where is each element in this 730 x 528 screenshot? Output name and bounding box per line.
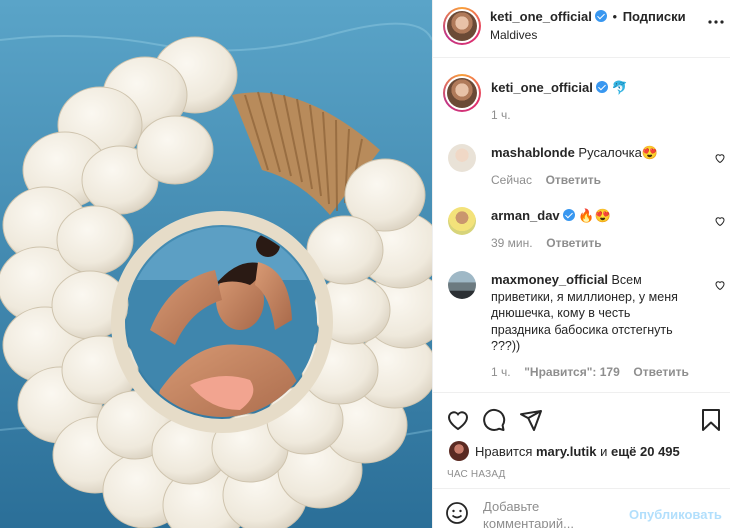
caption-text: 🐬 — [611, 80, 628, 95]
location-link[interactable]: Maldives — [490, 28, 537, 42]
add-comment-bar: Добавьте комментарий... Опубликовать — [433, 488, 730, 528]
comment-input[interactable]: Добавьте комментарий... — [483, 498, 623, 528]
author-username[interactable]: keti_one_official — [490, 9, 592, 24]
header-separator: • — [612, 9, 618, 24]
save-bookmark-icon[interactable] — [700, 408, 722, 432]
verified-badge-icon — [562, 209, 575, 221]
publish-button[interactable]: Опубликовать — [629, 507, 722, 522]
comment-username[interactable]: arman_dav — [491, 208, 560, 223]
like-comment-heart-icon[interactable] — [714, 152, 726, 164]
like-comment-heart-icon[interactable] — [714, 215, 726, 227]
likes-count[interactable]: ещё 20 495 — [611, 444, 680, 459]
reply-button[interactable]: Ответить — [546, 236, 601, 250]
comment-bubble-icon[interactable] — [482, 408, 506, 432]
comment-text-line: Всем — [611, 273, 642, 287]
author-avatar[interactable] — [443, 7, 481, 45]
reply-button[interactable]: Ответить — [633, 365, 688, 379]
comment-likes-count[interactable]: "Нравится": 179 — [524, 365, 620, 379]
commenter-avatar[interactable] — [448, 207, 476, 235]
comment-time[interactable]: 1 ч. — [491, 365, 511, 379]
more-horizontal-icon[interactable] — [707, 12, 725, 32]
post-side-panel: keti_one_official • Подписки Maldives ke… — [432, 0, 730, 528]
post-timestamp[interactable]: ЧАС НАЗАД — [447, 469, 506, 480]
post-header: keti_one_official • Подписки Maldives — [433, 0, 730, 58]
comment-text-line: приветики, я миллионер, у меня — [491, 289, 678, 304]
post-image — [0, 0, 432, 528]
liker-avatar[interactable] — [449, 441, 469, 461]
like-heart-icon[interactable] — [446, 408, 470, 432]
comment-placeholder-line: комментарий... — [483, 516, 574, 528]
share-paper-plane-icon[interactable] — [519, 408, 543, 432]
commenter-avatar[interactable] — [448, 271, 476, 299]
comment-text-line: праздника бабосика отстегнуть — [491, 322, 673, 337]
emoji-smiley-icon[interactable] — [445, 501, 469, 525]
comment-time[interactable]: 39 мин. — [491, 236, 533, 250]
following-button[interactable]: Подписки — [623, 9, 686, 24]
caption-avatar[interactable] — [443, 74, 481, 112]
like-comment-heart-icon[interactable] — [714, 279, 726, 291]
comment-text-line: днюшечка, кому в честь — [491, 306, 631, 320]
comment-text-line: ???)) — [491, 339, 521, 353]
comment-time[interactable]: Сейчас — [491, 173, 532, 187]
commenter-avatar[interactable] — [448, 144, 476, 172]
verified-badge-icon — [594, 10, 607, 22]
reply-button[interactable]: Ответить — [546, 173, 601, 187]
comment-username[interactable]: mashablonde — [491, 145, 575, 160]
verified-badge-icon — [595, 81, 608, 93]
liker-username[interactable]: mary.lutik — [536, 444, 596, 459]
comment-text: Русалочка😍 — [578, 145, 659, 160]
comment-text: 🔥😍 — [578, 208, 611, 223]
post-photo[interactable] — [0, 0, 432, 528]
comment-username[interactable]: maxmoney_official — [491, 272, 608, 287]
caption-username[interactable]: keti_one_official — [491, 80, 593, 95]
comment-placeholder-line: Добавьте — [483, 499, 540, 514]
likes-middle: и — [600, 444, 608, 459]
likes-prefix: Нравится — [475, 444, 533, 459]
caption-time[interactable]: 1 ч. — [491, 108, 511, 122]
